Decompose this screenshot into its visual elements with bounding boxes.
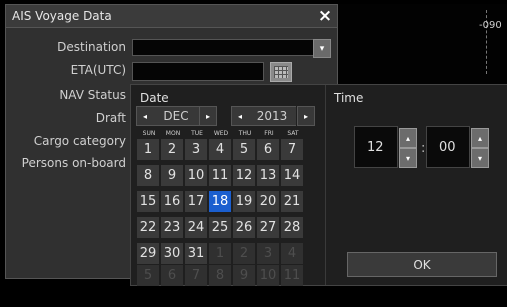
nav-status-label: NAV Status <box>59 88 126 102</box>
eta-field[interactable] <box>132 62 264 81</box>
minute-field[interactable]: 00 <box>426 126 470 168</box>
close-icon[interactable]: × <box>314 5 336 27</box>
calendar-day[interactable]: 9 <box>161 165 183 186</box>
weekday-header: SAT <box>287 130 299 137</box>
calendar-day[interactable]: 7 <box>281 139 303 160</box>
calendar-day[interactable]: 16 <box>161 191 183 212</box>
prev-month-icon[interactable]: ◂ <box>136 106 154 126</box>
calendar-day[interactable]: 4 <box>209 139 231 160</box>
calendar-day[interactable]: 5 <box>233 139 255 160</box>
destination-field[interactable] <box>132 39 319 56</box>
calendar-day[interactable]: 29 <box>137 243 159 264</box>
hour-down-icon[interactable]: ▾ <box>399 148 417 168</box>
calendar-day[interactable]: 15 <box>137 191 159 212</box>
destination-dropdown-icon[interactable]: ▾ <box>313 39 331 58</box>
calendar-day[interactable]: 13 <box>257 165 279 186</box>
calendar-day[interactable]: 26 <box>233 217 255 238</box>
weekday-header: SUN <box>142 130 156 137</box>
calendar-day[interactable]: 19 <box>233 191 255 212</box>
calendar-day[interactable]: 8 <box>137 165 159 186</box>
calendar-day[interactable]: 1 <box>137 139 159 160</box>
year-label: 2013 <box>248 106 296 126</box>
ok-button[interactable]: OK <box>347 252 497 277</box>
calendar-day[interactable]: 27 <box>257 217 279 238</box>
bearing-label: -090 <box>479 20 502 31</box>
calendar-day-disabled: 6 <box>161 265 183 286</box>
calendar-day-disabled: 2 <box>233 243 255 264</box>
calendar-day-disabled: 10 <box>257 265 279 286</box>
weekday-header: FRI <box>264 130 274 137</box>
calendar-day[interactable]: 12 <box>233 165 255 186</box>
destination-label: Destination <box>57 40 126 54</box>
cargo-category-label: Cargo category <box>33 134 126 148</box>
calendar-day-disabled: 8 <box>209 265 231 286</box>
hour-field[interactable]: 12 <box>354 126 398 168</box>
calendar-day[interactable]: 14 <box>281 165 303 186</box>
calendar-day[interactable]: 18 <box>209 191 231 212</box>
window-title: AIS Voyage Data <box>12 9 112 23</box>
calendar-day[interactable]: 3 <box>185 139 207 160</box>
calendar-day[interactable]: 31 <box>185 243 207 264</box>
hour-up-icon[interactable]: ▴ <box>399 128 417 148</box>
divider <box>325 85 326 285</box>
calendar-day-disabled: 4 <box>281 243 303 264</box>
calendar-day[interactable]: 10 <box>185 165 207 186</box>
date-heading: Date <box>140 91 169 105</box>
calendar-day[interactable]: 11 <box>209 165 231 186</box>
background-panel <box>337 4 507 84</box>
weekday-header: THU <box>238 130 252 137</box>
month-label: DEC <box>153 106 199 126</box>
calendar-day-disabled: 1 <box>209 243 231 264</box>
weekday-header: MON <box>165 130 181 137</box>
calendar-day-disabled: 3 <box>257 243 279 264</box>
calendar-icon[interactable] <box>270 62 292 82</box>
calendar-day-disabled: 11 <box>281 265 303 286</box>
calendar-day[interactable]: 24 <box>185 217 207 238</box>
calendar-day-disabled: 5 <box>137 265 159 286</box>
calendar-day[interactable]: 22 <box>137 217 159 238</box>
calendar-day[interactable]: 20 <box>257 191 279 212</box>
calendar-day[interactable]: 2 <box>161 139 183 160</box>
minute-up-icon[interactable]: ▴ <box>471 128 489 148</box>
calendar-day[interactable]: 6 <box>257 139 279 160</box>
persons-on-board-label: Persons on-board <box>21 156 126 170</box>
next-year-icon[interactable]: ▸ <box>297 106 315 126</box>
weekday-header: WED <box>213 130 229 137</box>
calendar-day[interactable]: 17 <box>185 191 207 212</box>
title-bar: AIS Voyage Data × <box>6 5 337 28</box>
calendar-day[interactable]: 25 <box>209 217 231 238</box>
time-separator: : <box>421 141 426 156</box>
draft-label: Draft <box>95 111 126 125</box>
calendar-day[interactable]: 30 <box>161 243 183 264</box>
next-month-icon[interactable]: ▸ <box>199 106 217 126</box>
calendar-day[interactable]: 21 <box>281 191 303 212</box>
calendar-day-disabled: 9 <box>233 265 255 286</box>
calendar-day-disabled: 7 <box>185 265 207 286</box>
minute-down-icon[interactable]: ▾ <box>471 148 489 168</box>
weekday-header: TUE <box>191 130 203 137</box>
eta-label: ETA(UTC) <box>70 63 126 77</box>
calendar-day[interactable]: 28 <box>281 217 303 238</box>
time-heading: Time <box>334 91 364 105</box>
calendar-day[interactable]: 23 <box>161 217 183 238</box>
prev-year-icon[interactable]: ◂ <box>231 106 249 126</box>
